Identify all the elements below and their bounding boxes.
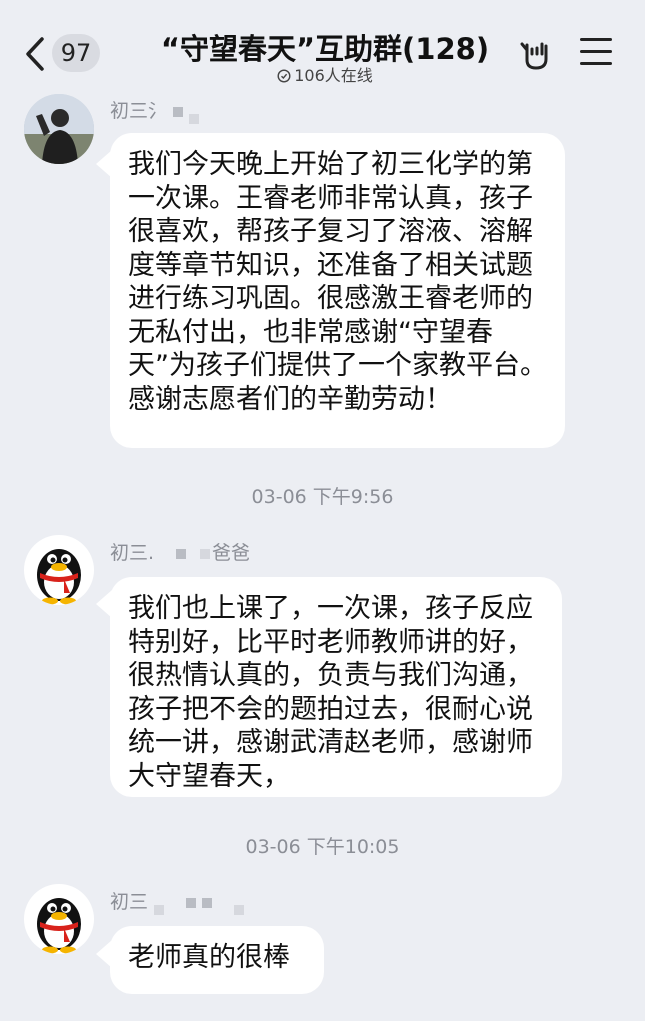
redaction-mosaic (173, 106, 184, 117)
avatar[interactable] (24, 94, 94, 164)
online-count-text: 106人在线 (294, 66, 373, 85)
unread-count-badge: 97 (52, 34, 100, 72)
message-bubble[interactable]: 我们也上课了，一次课，孩子反应特别好，比平时老师教师讲的好，很热情认真的，负责与… (110, 577, 562, 797)
sender-name: 初三 (110, 887, 245, 915)
timestamp: 03-06 下午10:05 (245, 836, 400, 858)
message-bubble[interactable]: 老师真的很棒 (110, 926, 324, 994)
avatar[interactable] (24, 535, 94, 605)
clock-icon (277, 69, 291, 83)
message-text: 我们也上课了，一次课，孩子反应特别好，比平时老师教师讲的好，很热情认真的，负责与… (128, 593, 533, 792)
message-bubble[interactable]: 我们今天晚上开始了初三化学的第一次课。王睿老师非常认真，孩子很喜欢，帮孩子复习了… (110, 133, 565, 448)
sender-name: 初三氵 (110, 96, 200, 124)
back-button[interactable]: 97 (22, 34, 112, 74)
chat-header: 97 “守望春天”互助群(128) 106人在线 (0, 0, 645, 92)
back-chevron-icon (26, 37, 44, 71)
qq-penguin-icon (37, 549, 81, 605)
avatar[interactable] (24, 884, 94, 954)
redaction-mosaic (186, 897, 197, 908)
online-status: 106人在线 (140, 62, 510, 86)
sender-name: 初三. 爸爸 (110, 542, 251, 564)
redaction-mosaic (176, 548, 187, 559)
redaction-mosaic (234, 904, 245, 915)
redaction-mosaic (200, 548, 211, 559)
redaction-mosaic (154, 904, 165, 915)
rock-hand-icon[interactable] (518, 36, 554, 72)
redaction-mosaic (202, 897, 213, 908)
timestamp: 03-06 下午9:56 (251, 486, 394, 508)
qq-penguin-icon (37, 898, 81, 954)
menu-icon[interactable] (580, 38, 612, 68)
person-photo-icon (24, 94, 94, 164)
message-text: 老师真的很棒 (128, 942, 290, 973)
redaction-mosaic (189, 113, 200, 124)
message-text: 我们今天晚上开始了初三化学的第一次课。王睿老师非常认真，孩子很喜欢，帮孩子复习了… (128, 149, 547, 415)
